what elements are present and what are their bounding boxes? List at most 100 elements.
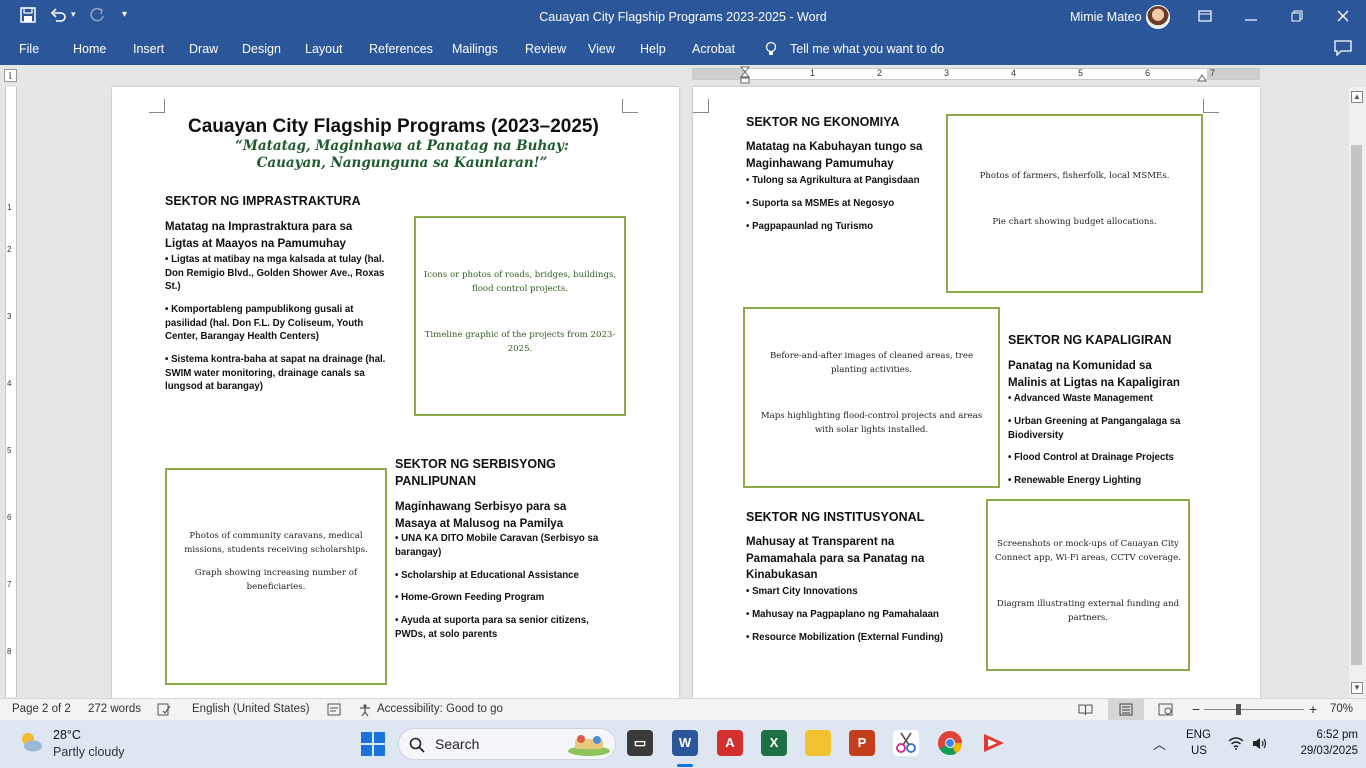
minimize-icon[interactable] <box>1228 0 1274 34</box>
image-placeholder-frame[interactable]: Icons or photos of roads, bridges, build… <box>414 216 626 416</box>
sector-subheading: Matatag na Imprastraktura para sa Ligtas… <box>165 219 352 252</box>
accessibility-icon[interactable] <box>358 703 372 717</box>
show-hidden-icons-chevron-icon[interactable]: ︿ <box>1153 734 1166 753</box>
start-button[interactable] <box>361 732 385 761</box>
document-page-2[interactable]: SEKTOR NG EKONOMIYA Matatag na Kabuhayan… <box>693 87 1260 698</box>
image-placeholder-frame[interactable]: Before-and-after images of cleaned areas… <box>743 307 1000 488</box>
horizontal-ruler[interactable]: 1 2 3 4 5 6 7 <box>692 66 1260 84</box>
restore-icon[interactable] <box>1274 0 1320 34</box>
tab-layout[interactable]: Layout <box>305 42 343 56</box>
right-indent-marker-icon[interactable] <box>1197 70 1207 82</box>
save-icon[interactable] <box>20 7 36 27</box>
zoom-slider[interactable] <box>1204 709 1304 710</box>
print-layout-button[interactable] <box>1108 699 1144 720</box>
language[interactable]: English (United States) <box>192 703 310 715</box>
motto-line: Cauayan, Nangunguna sa Kaunlaran!” <box>256 155 548 171</box>
bullet-line: • Urban Greening at Pangangalaga sa <box>1008 416 1181 427</box>
tab-insert[interactable]: Insert <box>133 42 164 56</box>
tab-home[interactable]: Home <box>73 42 106 56</box>
tab-references[interactable]: References <box>369 42 433 56</box>
active-app-indicator <box>677 764 693 767</box>
acrobat-icon: A <box>725 735 735 750</box>
page-title: Cauayan City Flagship Programs (2023–202… <box>188 116 599 137</box>
read-mode-icon[interactable] <box>1078 703 1093 716</box>
taskbar-app-taskview[interactable]: ▭ <box>627 730 653 756</box>
user-name[interactable]: Mimie Mateo <box>1070 10 1142 24</box>
vertical-ruler[interactable]: 1 2 3 4 5 6 7 8 <box>5 87 17 697</box>
ruler-number: 5 <box>1078 68 1084 78</box>
bullet-item: • Komportableng pampublikong gusali at p… <box>165 303 410 344</box>
tab-view[interactable]: View <box>588 42 615 56</box>
tab-acrobat[interactable]: Acrobat <box>692 42 735 56</box>
tell-me-search[interactable]: Tell me what you want to do <box>790 42 944 56</box>
tab-selector[interactable]: ⌊ <box>4 69 17 82</box>
sector-heading-environment: SEKTOR NG KAPALIGIRAN <box>1008 333 1172 347</box>
title-bar: ▾ ▾ Cauayan City Flagship Programs 2023-… <box>0 0 1366 34</box>
clock-time[interactable]: 6:52 pm <box>1302 729 1358 741</box>
ribbon-display-options-icon[interactable] <box>1182 0 1228 34</box>
tab-draw[interactable]: Draw <box>189 42 218 56</box>
tab-review[interactable]: Review <box>525 42 566 56</box>
partly-cloudy-icon[interactable] <box>18 730 44 754</box>
page-count[interactable]: Page 2 of 2 <box>12 703 71 715</box>
document-page-1[interactable]: Cauayan City Flagship Programs (2023–202… <box>112 87 679 698</box>
redo-icon[interactable] <box>89 7 105 27</box>
excel-icon: X <box>769 735 779 750</box>
subheading-line: Pamamahala para sa Panatag na <box>746 552 925 565</box>
text-predictions-icon[interactable] <box>327 703 341 716</box>
avatar[interactable] <box>1146 5 1170 29</box>
taskbar-app-chrome[interactable] <box>937 730 963 756</box>
tab-mailings[interactable]: Mailings <box>452 42 498 56</box>
zoom-level[interactable]: 70% <box>1330 703 1353 715</box>
subheading-line: Matatag na Kabuhayan tungo sa <box>746 141 923 153</box>
ruler-number: 4 <box>1011 68 1017 78</box>
vertical-scrollbar[interactable]: ▲ ▼ <box>1349 87 1366 698</box>
sector-heading-institutional: SEKTOR NG INSTITUSYONAL <box>746 510 925 524</box>
taskbar-search[interactable]: Search <box>398 728 616 760</box>
lightbulb-icon <box>765 41 777 55</box>
image-placeholder-frame[interactable]: Photos of farmers, fisherfolk, local MSM… <box>946 114 1203 293</box>
wifi-icon[interactable] <box>1228 737 1244 750</box>
scroll-thumb[interactable] <box>1351 145 1362 665</box>
comments-icon[interactable] <box>1334 40 1352 56</box>
image-placeholder-frame[interactable]: Screenshots or mock-ups of Cauayan City … <box>986 499 1190 671</box>
undo-dropdown-icon[interactable]: ▾ <box>71 9 76 20</box>
input-language[interactable]: ENG <box>1186 729 1211 741</box>
customize-toolbar-icon[interactable]: ▾ <box>122 9 127 20</box>
proofing-icon[interactable] <box>157 703 171 716</box>
bullet-item: • Advanced Waste Management <box>1008 393 1153 404</box>
folder-icon <box>805 730 831 756</box>
zoom-in-button[interactable]: + <box>1309 701 1317 717</box>
taskbar-app-file-explorer[interactable] <box>805 730 831 756</box>
web-layout-icon[interactable] <box>1158 703 1173 716</box>
placeholder-text: Photos of farmers, fisherfolk, local MSM… <box>979 171 1170 181</box>
taskbar-app-acrobat[interactable]: A <box>717 730 743 756</box>
image-placeholder-frame[interactable]: Photos of community caravans, medical mi… <box>165 468 387 685</box>
bullet-item: • UNA KA DITO Mobile Caravan (Serbisyo s… <box>395 532 635 559</box>
zoom-out-button[interactable]: − <box>1192 701 1200 717</box>
scroll-down-icon[interactable]: ▼ <box>1351 682 1363 694</box>
weather-description[interactable]: Partly cloudy <box>53 745 125 759</box>
sector-heading-economy: SEKTOR NG EKONOMIYA <box>746 115 900 129</box>
tab-design[interactable]: Design <box>242 42 281 56</box>
weather-temperature[interactable]: 28°C <box>53 728 81 742</box>
taskbar-app-powerpoint[interactable]: P <box>849 730 875 756</box>
undo-icon[interactable] <box>50 7 68 27</box>
ruler-number: 3 <box>944 68 950 78</box>
tab-file[interactable]: File <box>19 42 39 56</box>
status-bar: Page 2 of 2 272 words English (United St… <box>0 698 1366 720</box>
taskbar-app-pdf-viewer[interactable] <box>981 730 1007 756</box>
accessibility-status[interactable]: Accessibility: Good to go <box>377 703 503 715</box>
taskbar-app-excel[interactable]: X <box>761 730 787 756</box>
tab-help[interactable]: Help <box>640 42 666 56</box>
scroll-up-icon[interactable]: ▲ <box>1351 91 1363 103</box>
word-count[interactable]: 272 words <box>88 703 141 715</box>
taskbar-app-snipping-tool[interactable] <box>893 730 919 756</box>
volume-icon[interactable] <box>1252 737 1268 750</box>
zoom-slider-thumb[interactable] <box>1236 704 1241 715</box>
close-icon[interactable] <box>1320 0 1366 34</box>
clock-date[interactable]: 29/03/2025 <box>1285 745 1358 757</box>
input-region[interactable]: US <box>1191 745 1207 757</box>
indent-marker-icon[interactable] <box>740 66 750 84</box>
taskbar-app-word[interactable]: W <box>672 730 698 756</box>
